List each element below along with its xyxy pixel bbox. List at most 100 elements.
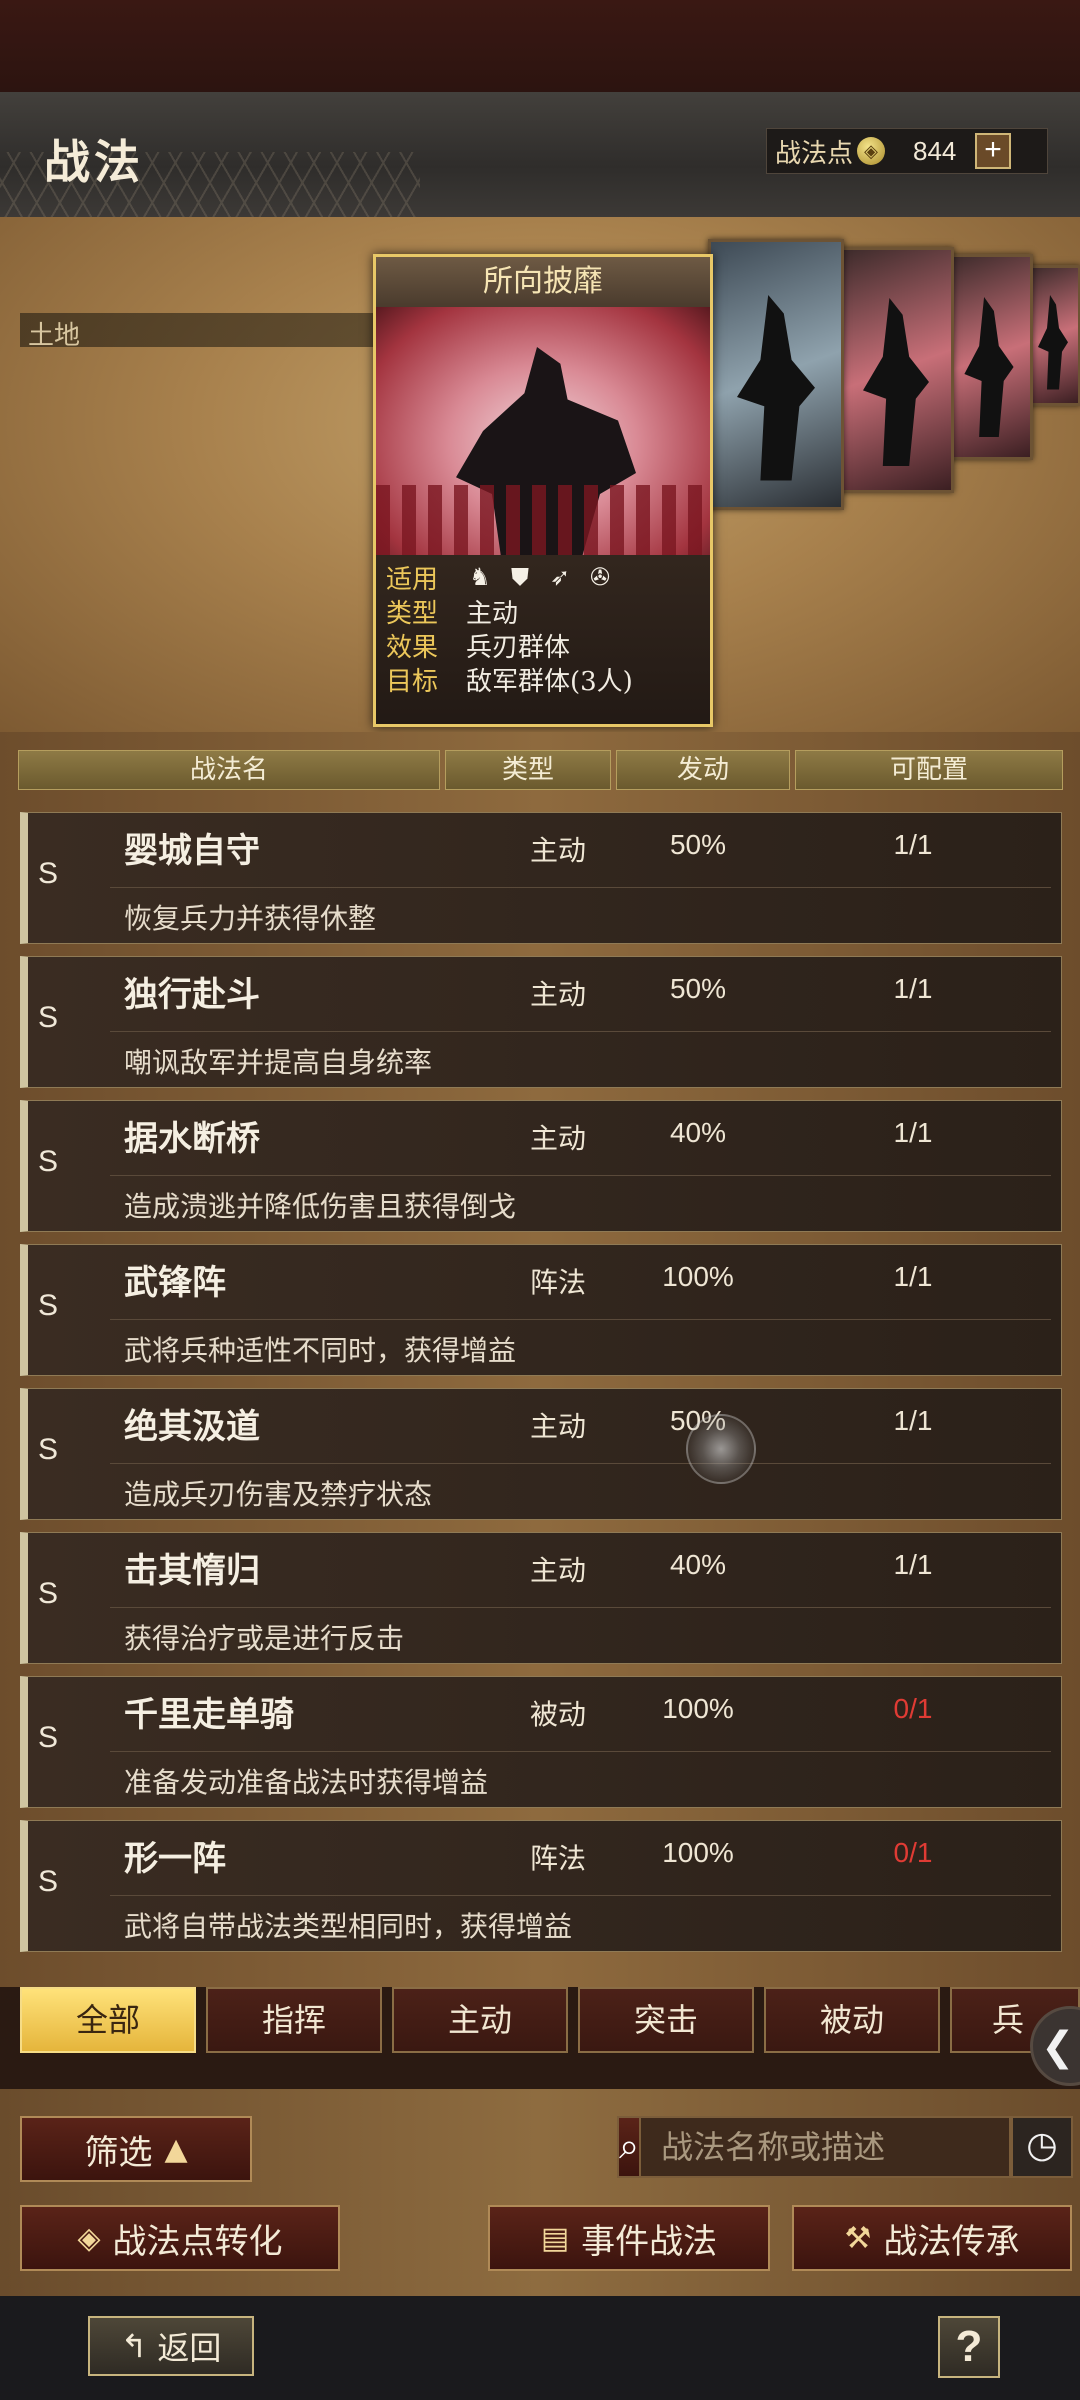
add-points-button[interactable]: +	[975, 133, 1012, 169]
side-card[interactable]	[1025, 265, 1080, 406]
page-title: 战法	[44, 135, 144, 189]
card-row-type: 类型 主动	[386, 598, 519, 629]
back-label: 返回	[157, 2329, 222, 2367]
card-info: 适用 ♞ ⛊ ➶ ✇ 类型 主动 效果 兵刃群体 目标 敌军群体(3人)	[376, 555, 710, 724]
column-header-type[interactable]: 类型	[445, 750, 611, 790]
config-count: 1/1	[893, 1549, 933, 1580]
tactic-type: 主动	[529, 1410, 586, 1443]
unit-type-icons: ♞ ⛊ ➶ ✇	[466, 563, 614, 591]
convert-points-button[interactable]: ◈ 战法点转化	[20, 2205, 340, 2271]
filter-label: 筛选	[84, 2132, 153, 2173]
table-row[interactable]: S 千里走单骑 被动 100% 0/1 准备发动准备战法时获得增益	[20, 1676, 1062, 1808]
rank-label: S	[38, 1145, 59, 1178]
tactic-inherit-label: 战法传承	[883, 2221, 1020, 2262]
history-clock-icon[interactable]: ◷	[1011, 2116, 1073, 2178]
tactic-type: 主动	[529, 1122, 586, 1155]
cavalry-icon: ♞	[469, 563, 491, 591]
search-input[interactable]	[641, 2117, 1068, 2177]
tactic-inherit-button[interactable]: ⚒ 战法传承	[792, 2205, 1072, 2271]
tactic-description: 武将兵种适性不同时，获得增益	[124, 1334, 517, 1367]
tactic-name: 武锋阵	[124, 1263, 226, 1303]
table-row[interactable]: S 婴城自守 主动 50% 1/1 恢复兵力并获得休整	[20, 812, 1062, 944]
rank-label: S	[38, 1289, 59, 1322]
tactic-type: 主动	[529, 834, 586, 867]
tactic-name: 据水断桥	[124, 1119, 260, 1159]
tactic-description: 武将自带战法类型相同时，获得增益	[124, 1910, 573, 1943]
tactic-type: 阵法	[529, 1842, 586, 1875]
bottom-controls: 筛选 ▲ ⌕ ◷ ◈ 战法点转化 ▤ 事件战法 ⚒ 战法传承	[0, 2089, 1080, 2296]
coin-icon: ◈	[77, 2220, 101, 2256]
trigger-rate: 100%	[662, 1693, 734, 1724]
tab-command[interactable]: 指挥	[206, 1987, 382, 2053]
rank-label: S	[38, 1001, 59, 1034]
column-header-name[interactable]: 战法名	[18, 750, 440, 790]
table-row[interactable]: S 据水断桥 主动 40% 1/1 造成溃逃并降低伤害且获得倒戈	[20, 1100, 1062, 1232]
table-row[interactable]: S 武锋阵 阵法 100% 1/1 武将兵种适性不同时，获得增益	[20, 1244, 1062, 1376]
config-count: 1/1	[893, 1405, 933, 1436]
trigger-rate: 50%	[669, 973, 727, 1004]
column-header-config[interactable]: 可配置	[795, 750, 1063, 790]
footer-bar: ↰ 返回 ?	[0, 2296, 1080, 2400]
hammer-icon: ⚒	[844, 2220, 872, 2256]
row-divider	[110, 887, 1051, 888]
tactic-description: 造成溃逃并降低伤害且获得倒戈	[124, 1190, 517, 1223]
rank-label: S	[38, 1721, 59, 1754]
table-row[interactable]: S 独行赴斗 主动 50% 1/1 嘲讽敌军并提高自身统率	[20, 956, 1062, 1088]
config-count: 1/1	[893, 973, 933, 1004]
tactic-points-value: 844	[913, 135, 957, 166]
header-bar: 战法 战法点 ◈ 844 +	[0, 92, 1080, 219]
tactic-type: 主动	[529, 1554, 586, 1587]
tab-active[interactable]: 主动	[392, 1987, 568, 2053]
tactic-description: 准备发动准备战法时获得增益	[124, 1766, 489, 1799]
row-divider	[110, 1463, 1051, 1464]
scroll-icon: ▤	[540, 2220, 570, 2256]
tactic-point-coin-icon: ◈	[857, 137, 886, 165]
side-card[interactable]	[945, 254, 1033, 460]
tactic-points-panel: 战法点 ◈ 844 +	[766, 128, 1048, 174]
selected-tactic-card[interactable]: 所向披靡 适用 ♞ ⛊ ➶ ✇ 类型 主动 效果 兵刃群体 目标 敌军群体(3人…	[373, 254, 713, 727]
touch-indicator	[686, 1414, 756, 1484]
tab-assault[interactable]: 突击	[578, 1987, 754, 2053]
help-button[interactable]: ?	[938, 2316, 1000, 2378]
config-count: 0/1	[893, 1837, 933, 1868]
table-row[interactable]: S 形一阵 阵法 100% 0/1 武将自带战法类型相同时，获得增益	[20, 1820, 1062, 1952]
table-row[interactable]: S 绝其汲道 主动 50% 1/1 造成兵刃伤害及禁疗状态	[20, 1388, 1062, 1520]
tab-passive[interactable]: 被动	[764, 1987, 940, 2053]
table-row[interactable]: S 击其惰归 主动 40% 1/1 获得治疗或是进行反击	[20, 1532, 1062, 1664]
side-card[interactable]	[838, 247, 954, 493]
trigger-rate: 40%	[669, 1549, 727, 1580]
tactic-name: 婴城自守	[124, 831, 260, 871]
tactic-name: 绝其汲道	[124, 1407, 260, 1447]
event-tactics-label: 事件战法	[581, 2221, 718, 2262]
row-divider	[110, 1751, 1051, 1752]
tactic-description: 造成兵刃伤害及禁疗状态	[124, 1478, 433, 1511]
back-button[interactable]: ↰ 返回	[88, 2316, 254, 2376]
search-box: ⌕	[617, 2116, 1068, 2178]
config-count: 1/1	[893, 1117, 933, 1148]
back-arrow-icon: ↰	[120, 2327, 148, 2365]
trigger-rate: 50%	[669, 829, 727, 860]
top-band	[0, 0, 1080, 92]
card-title: 所向披靡	[376, 257, 710, 307]
tactic-name: 形一阵	[124, 1839, 226, 1879]
search-icon[interactable]: ⌕	[619, 2118, 642, 2176]
tab-all[interactable]: 全部	[20, 1987, 196, 2053]
config-count: 1/1	[893, 1261, 933, 1292]
card-row-target: 目标 敌军群体(3人)	[386, 666, 633, 697]
tactic-type: 阵法	[529, 1266, 586, 1299]
chariot-icon: ✇	[589, 563, 611, 591]
filter-button[interactable]: 筛选 ▲	[20, 2116, 252, 2182]
rank-label: S	[38, 1577, 59, 1610]
rank-label: S	[38, 1433, 59, 1466]
tactic-description: 恢复兵力并获得休整	[124, 902, 377, 935]
row-divider	[110, 1031, 1051, 1032]
caret-up-icon: ▲	[164, 2131, 188, 2167]
side-card[interactable]	[708, 239, 844, 510]
tactic-showcase: 土地 所向披靡 适用 ♞ ⛊ ➶ ✇ 类型 主动 效果 兵刃群体 目标 敌军群体…	[0, 217, 1080, 732]
column-header-rate[interactable]: 发动	[616, 750, 790, 790]
event-tactics-button[interactable]: ▤ 事件战法	[488, 2205, 770, 2271]
row-divider	[110, 1175, 1051, 1176]
tactic-type: 被动	[529, 1698, 586, 1731]
card-row-effect: 效果 兵刃群体	[386, 632, 571, 663]
tactic-table: 战法名 类型 发动 可配置 S 婴城自守 主动 50% 1/1 恢复兵力并获得休整 S 独行赴…	[0, 732, 1080, 1987]
